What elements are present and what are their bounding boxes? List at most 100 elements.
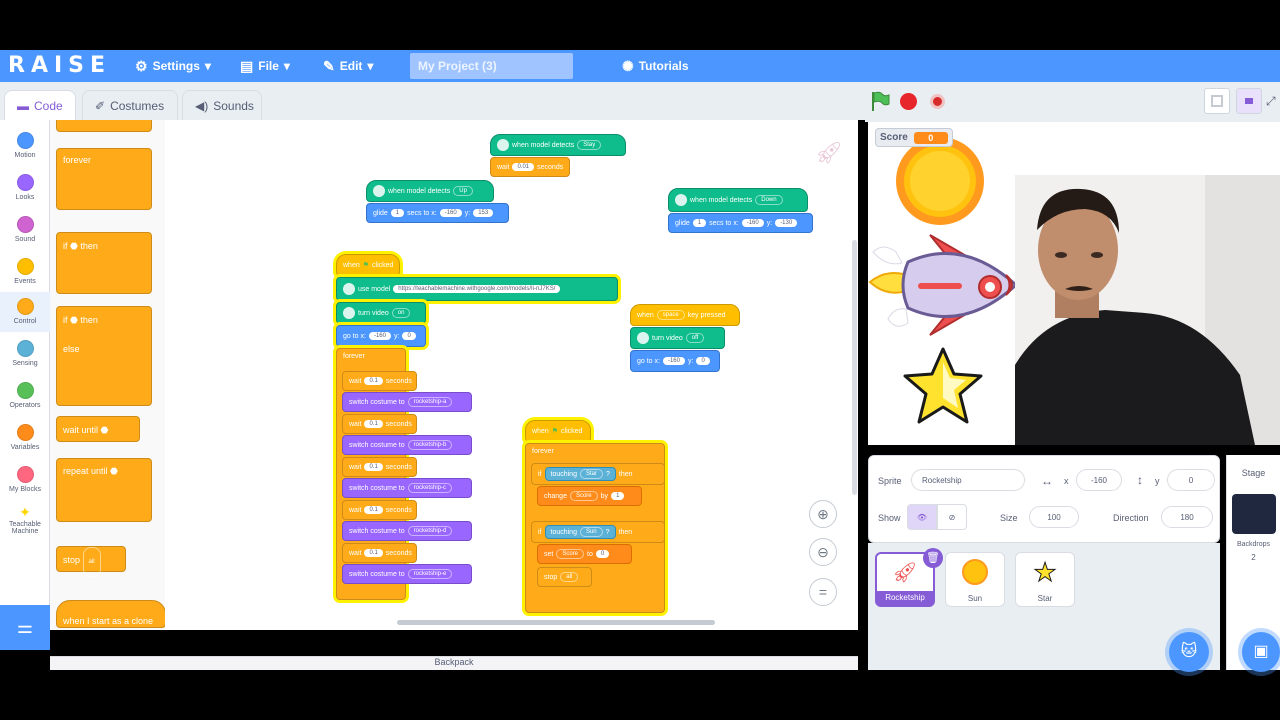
hat-when-flag-clicked[interactable]: when ⚑ clicked bbox=[336, 254, 400, 276]
normal-stage-button[interactable] bbox=[1236, 88, 1262, 114]
touching-dropdown[interactable]: Sun bbox=[579, 527, 603, 537]
category-sound[interactable]: Sound bbox=[0, 210, 50, 250]
sprite-thumb-star[interactable]: ★ Star bbox=[1015, 552, 1075, 607]
costume-dropdown[interactable]: rocketship-e bbox=[407, 569, 453, 579]
costume-dropdown[interactable]: rocketship-c bbox=[407, 483, 452, 493]
glide-secs-input[interactable]: 1 bbox=[692, 219, 707, 227]
delete-sprite-button[interactable]: 🗑︎ bbox=[923, 548, 943, 568]
star-sprite[interactable] bbox=[902, 346, 984, 426]
settings-menu[interactable]: ⚙ Settings ▾ bbox=[135, 50, 211, 82]
turn-video-block[interactable]: turn video on bbox=[336, 302, 426, 324]
glide-block[interactable]: glide 1 secs to x: -160 y: 153 bbox=[366, 203, 509, 223]
category-variables[interactable]: Variables bbox=[0, 418, 50, 458]
touching-dropdown[interactable]: Star bbox=[579, 469, 603, 479]
palette-block-wait-until[interactable]: wait until ⬣ bbox=[56, 416, 140, 442]
class-dropdown[interactable]: Up bbox=[453, 186, 473, 196]
variable-dropdown[interactable]: Score bbox=[569, 491, 598, 501]
class-dropdown[interactable]: Down bbox=[755, 195, 783, 205]
use-model-block[interactable]: use model https://teachablemachine.withgo… bbox=[336, 277, 618, 301]
x-position-input[interactable]: -160 bbox=[1076, 469, 1122, 491]
wait-block[interactable]: wait 0.1 seconds bbox=[342, 371, 417, 391]
wait-block[interactable]: wait 0.1 seconds bbox=[342, 500, 417, 520]
size-input[interactable]: 100 bbox=[1029, 506, 1079, 528]
goto-y-input[interactable]: 0 bbox=[402, 332, 416, 340]
add-extension-button[interactable]: ⚌ bbox=[0, 605, 50, 650]
show-hidden-button[interactable]: ⊘ bbox=[937, 504, 967, 530]
tutorials-button[interactable]: ✺ Tutorials bbox=[622, 50, 689, 82]
change-value-input[interactable]: 1 bbox=[611, 492, 625, 500]
category-control[interactable]: Control bbox=[0, 292, 50, 332]
costume-dropdown[interactable]: rocketship-b bbox=[407, 440, 453, 450]
video-dropdown[interactable]: off bbox=[685, 333, 705, 343]
y-position-input[interactable]: 0 bbox=[1167, 469, 1215, 491]
wait-block[interactable]: wait 0.1 seconds bbox=[342, 457, 417, 477]
costume-dropdown[interactable]: rocketship-d bbox=[407, 526, 453, 536]
stop-dropdown[interactable]: all bbox=[560, 572, 579, 582]
record-button[interactable] bbox=[930, 94, 945, 109]
palette-block-repeat-until[interactable]: repeat until ⬣ bbox=[56, 458, 152, 522]
file-menu[interactable]: ▤ File ▾ bbox=[240, 50, 290, 82]
turn-video-block[interactable]: turn video off bbox=[630, 327, 725, 349]
class-dropdown[interactable]: Stay bbox=[577, 140, 602, 150]
show-visible-button[interactable]: 👁︎ bbox=[907, 504, 937, 530]
go-to-xy-block[interactable]: go to x: -160 y: 0 bbox=[336, 325, 426, 347]
sun-sprite[interactable] bbox=[890, 137, 990, 225]
switch-costume-block[interactable]: switch costume to rocketship-b bbox=[342, 435, 472, 455]
hat-when-key-pressed[interactable]: when space key pressed bbox=[630, 304, 740, 326]
rocketship-sprite[interactable] bbox=[868, 227, 1028, 345]
touching-sun-reporter[interactable]: touching Sun? bbox=[544, 525, 616, 539]
wait-input[interactable]: 0.1 bbox=[364, 506, 383, 514]
palette-block-stop[interactable]: stop all bbox=[56, 546, 126, 577]
category-my-blocks[interactable]: My Blocks bbox=[0, 460, 50, 500]
set-variable-block[interactable]: set Score to 0 bbox=[537, 544, 632, 564]
if-touching-sun-block[interactable]: if touching Sun? then bbox=[531, 521, 665, 543]
hat-model-detects-up[interactable]: when model detects Up bbox=[366, 180, 494, 202]
glide-y-input[interactable]: 153 bbox=[473, 209, 494, 217]
green-flag-button[interactable] bbox=[870, 90, 890, 112]
hat-model-detects-down[interactable]: when model detects Down bbox=[668, 188, 808, 212]
go-to-xy-block[interactable]: go to x: -160 y: 0 bbox=[630, 350, 720, 372]
key-dropdown[interactable]: space bbox=[656, 310, 685, 320]
variable-dropdown[interactable]: Score bbox=[556, 549, 585, 559]
goto-x-input[interactable]: -160 bbox=[368, 332, 391, 340]
zoom-in-button[interactable]: ⊕ bbox=[809, 500, 837, 528]
category-events[interactable]: Events bbox=[0, 252, 50, 292]
zoom-reset-button[interactable]: = bbox=[809, 578, 837, 606]
choose-backdrop-button[interactable]: ▣ bbox=[1242, 632, 1280, 672]
change-variable-block[interactable]: change Score by 1 bbox=[537, 486, 642, 506]
project-title-field[interactable]: My Project (3) bbox=[410, 53, 573, 79]
stop-option[interactable]: all bbox=[82, 547, 101, 577]
costume-dropdown[interactable]: rocketship-a bbox=[407, 397, 453, 407]
glide-y-input[interactable]: -130 bbox=[775, 219, 798, 227]
palette-block-if-then[interactable]: if ⬣ then bbox=[56, 232, 152, 294]
hat-model-detects-stay[interactable]: when model detects Stay bbox=[490, 134, 626, 156]
workspace-vertical-scrollbar[interactable] bbox=[852, 240, 857, 495]
switch-costume-block[interactable]: switch costume to rocketship-d bbox=[342, 521, 472, 541]
direction-input[interactable]: 180 bbox=[1161, 506, 1213, 528]
wait-input[interactable]: 0.01 bbox=[512, 163, 535, 171]
switch-costume-block[interactable]: switch costume to rocketship-a bbox=[342, 392, 472, 412]
backpack-bar[interactable]: Backpack bbox=[50, 656, 858, 670]
switch-costume-block[interactable]: switch costume to rocketship-c bbox=[342, 478, 472, 498]
palette-block-if-else[interactable]: if ⬣ then else bbox=[56, 306, 152, 406]
sprite-thumb-sun[interactable]: Sun bbox=[945, 552, 1005, 607]
glide-secs-input[interactable]: 1 bbox=[390, 209, 405, 217]
hat-when-flag-clicked[interactable]: when ⚑ clicked bbox=[525, 420, 591, 442]
switch-costume-block[interactable]: switch costume to rocketship-e bbox=[342, 564, 472, 584]
wait-input[interactable]: 0.1 bbox=[364, 463, 383, 471]
stop-button[interactable] bbox=[900, 93, 917, 110]
zoom-out-button[interactable]: ⊖ bbox=[809, 538, 837, 566]
category-looks[interactable]: Looks bbox=[0, 168, 50, 208]
tab-sounds[interactable]: ◀) Sounds bbox=[182, 90, 262, 120]
sprite-name-input[interactable]: Rocketship bbox=[911, 469, 1025, 491]
if-touching-star-block[interactable]: if touching Star? then bbox=[531, 463, 665, 485]
set-value-input[interactable]: 0 bbox=[595, 550, 610, 558]
tab-code[interactable]: ▬ Code bbox=[4, 90, 76, 120]
score-variable-monitor[interactable]: Score 0 bbox=[875, 128, 953, 147]
backdrop-thumbnail[interactable] bbox=[1231, 494, 1276, 534]
palette-block-repeat-bottom[interactable] bbox=[56, 120, 152, 132]
video-dropdown[interactable]: on bbox=[391, 308, 411, 318]
sprite-thumb-rocketship[interactable]: 🚀︎ Rocketship 🗑︎ bbox=[875, 548, 943, 607]
model-url-input[interactable]: https://teachablemachine.withgoogle.com/… bbox=[393, 285, 561, 293]
code-workspace[interactable]: when model detects Stay wait 0.01 seconds w… bbox=[165, 120, 858, 630]
